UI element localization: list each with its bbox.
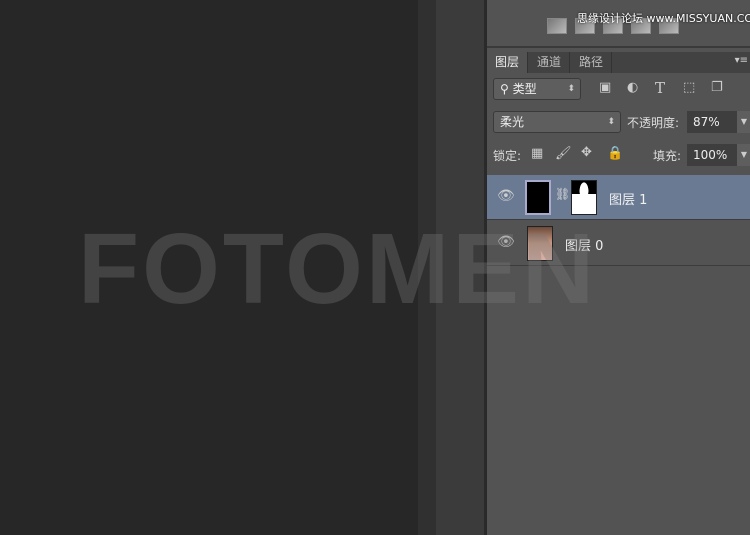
opacity-label: 不透明度: [627, 116, 680, 130]
mask-link-chain-icon[interactable]: ⛓ [555, 187, 570, 201]
fill-dropdown[interactable]: ▼ [737, 144, 750, 166]
opacity-input[interactable]: 87% [687, 111, 737, 133]
blend-mode-value: 柔光 [500, 115, 525, 129]
levels-icon[interactable] [547, 18, 567, 34]
panel-menu-icon[interactable]: ▾≡ [735, 55, 748, 66]
adjustment-filter-icon[interactable]: ◐ [627, 80, 638, 95]
panel-tabs: 图层 通道 路径 ▾≡ [487, 52, 750, 73]
filter-value: 类型 [512, 82, 537, 96]
fotomen-watermark: FOTOMEN [78, 213, 598, 325]
visibility-eye-icon[interactable]: 👁 [497, 188, 515, 204]
layer-mask-thumbnail[interactable] [571, 180, 597, 215]
tab-paths[interactable]: 路径 [571, 52, 613, 73]
lock-transparent-icon[interactable]: ▦ [531, 146, 543, 161]
fill-label: 填充: [653, 149, 682, 163]
layer-name[interactable]: 图层 1 [609, 189, 647, 208]
opacity-dropdown[interactable]: ▼ [737, 111, 750, 133]
shape-filter-icon[interactable]: ⬚ [683, 80, 695, 95]
adjustments-panel: 思缘设计论坛 www.MISSYUAN.COM [487, 0, 750, 48]
blend-mode-select[interactable]: 柔光 ⬍ [493, 111, 621, 133]
lock-label: 锁定: [493, 149, 522, 163]
layer-thumbnail[interactable] [525, 180, 551, 215]
fill-input[interactable]: 100% [687, 144, 737, 166]
image-filter-icon[interactable]: ▣ [599, 80, 611, 95]
lock-paint-brush-icon[interactable]: 🖌 [555, 146, 572, 161]
tab-channels[interactable]: 通道 [529, 52, 571, 73]
filter-type-select[interactable]: ⚲ 类型 ⬍ [493, 78, 581, 100]
type-filter-icon[interactable]: T [655, 79, 665, 97]
smart-object-filter-icon[interactable]: ❐ [711, 80, 723, 95]
tab-layers[interactable]: 图层 [487, 52, 529, 73]
lock-position-move-icon[interactable]: ✥ [581, 145, 592, 160]
site-watermark: 思缘设计论坛 www.MISSYUAN.COM [577, 12, 750, 25]
lock-all-icon[interactable]: 🔒 [607, 146, 623, 161]
